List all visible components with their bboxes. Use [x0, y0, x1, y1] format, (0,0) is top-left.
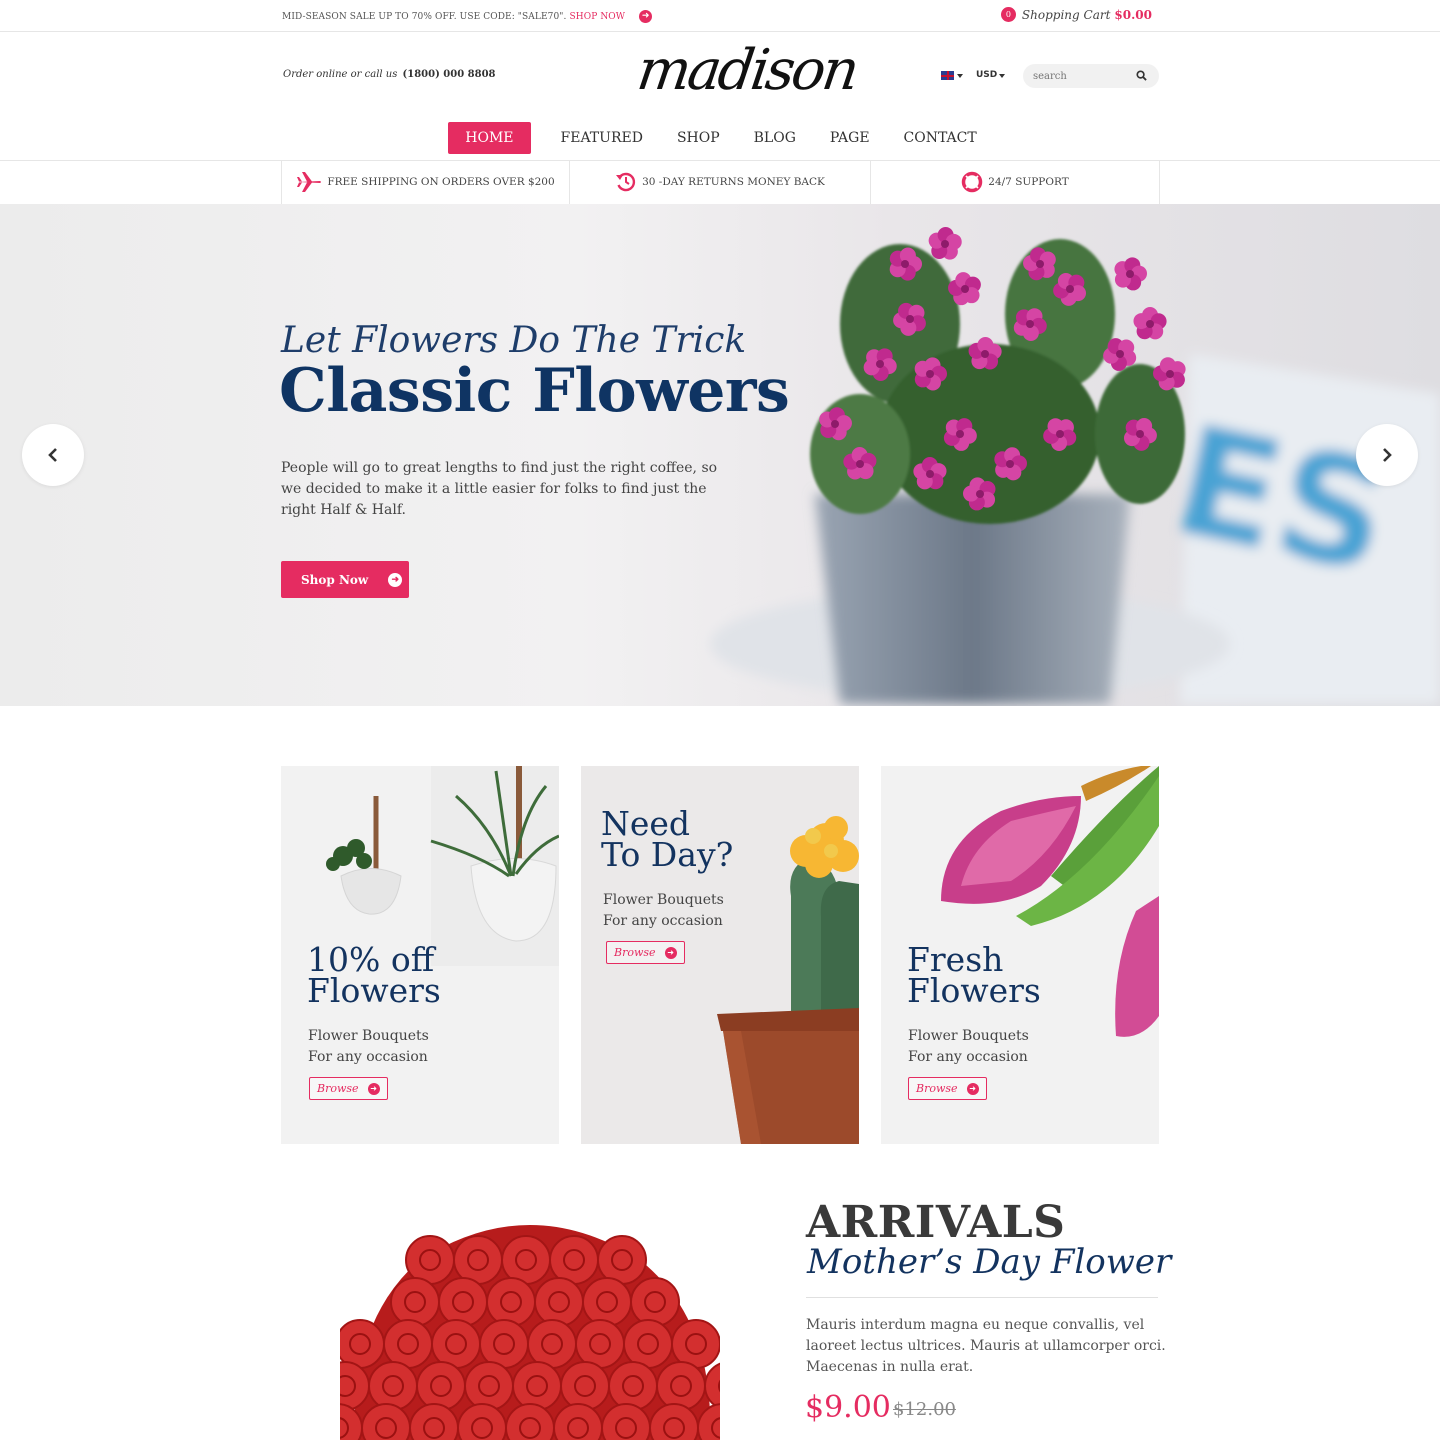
cart-count-badge: 0 — [1000, 7, 1016, 22]
arrow-circle-right-icon: ➜ — [367, 1082, 380, 1095]
arrivals-divider — [806, 1297, 1158, 1298]
arrivals-title: ARRIVALS — [806, 1197, 1066, 1248]
airplane-icon — [297, 172, 322, 192]
order-text: Order online or call us — [283, 69, 398, 80]
order-info: Order online or call us (1800) 000 8808 — [283, 69, 496, 80]
browse-label: Browse — [916, 1082, 958, 1095]
browse-button[interactable]: Browse ➜ — [908, 1077, 987, 1100]
feature-support: 24/7 SUPPORT — [871, 160, 1160, 204]
cart-amount: $0.00 — [1114, 7, 1152, 22]
hero-headline: Classic Flowers — [279, 356, 790, 426]
promo-card-discount[interactable]: 10% off Flowers Flower Bouquets For any … — [281, 766, 559, 1144]
uk-flag-icon[interactable] — [941, 71, 954, 80]
hero-kicker: Let Flowers Do The Trick — [281, 320, 747, 361]
arrivals-subtitle: Mother’s Day Flower — [807, 1242, 1172, 1282]
feature-shipping: FREE SHIPPING ON ORDERS OVER $200 — [282, 160, 570, 204]
card-subtitle: Flower Bouquets For any occasion — [308, 1028, 429, 1065]
nav-home[interactable]: HOME — [448, 122, 531, 154]
slider-prev-button[interactable] — [22, 424, 84, 486]
nav-contact[interactable]: CONTACT — [887, 122, 994, 154]
arrivals-description: Mauris interdum magna eu neque convallis… — [806, 1317, 1166, 1375]
browse-label: Browse — [614, 946, 656, 959]
feature-support-text: 24/7 SUPPORT — [988, 176, 1069, 188]
search-box — [1023, 64, 1159, 88]
site-logo[interactable]: madison — [633, 38, 860, 103]
product-price: $9.00 — [805, 1390, 891, 1425]
nav-page[interactable]: PAGE — [813, 122, 887, 154]
search-input[interactable] — [1033, 68, 1133, 84]
card-subtitle: Flower Bouquets For any occasion — [603, 892, 724, 929]
promo-banner: MID-SEASON SALE UP TO 70% OFF. USE CODE:… — [282, 10, 653, 23]
browse-button[interactable]: Browse ➜ — [606, 941, 685, 964]
currency-caret-icon[interactable] — [999, 74, 1005, 78]
shop-now-label: Shop Now — [301, 572, 369, 587]
shop-now-button[interactable]: Shop Now ➜ — [281, 561, 409, 598]
browse-label: Browse — [317, 1082, 359, 1095]
slider-next-button[interactable] — [1356, 424, 1418, 486]
arrow-circle-right-icon: ➜ — [664, 946, 677, 959]
arrow-circle-right-icon[interactable]: ➜ — [639, 10, 653, 23]
language-caret-icon[interactable] — [957, 74, 963, 78]
lifebuoy-icon — [962, 171, 983, 193]
main-nav: HOME FEATURED SHOP BLOG PAGE CONTACT — [0, 122, 1440, 154]
feature-shipping-text: FREE SHIPPING ON ORDERS OVER $200 — [327, 176, 555, 188]
browse-button[interactable]: Browse ➜ — [309, 1077, 388, 1100]
card-title: 10% off Flowers — [307, 940, 441, 1010]
promo-card-today[interactable]: Need To Day? Flower Bouquets For any occ… — [581, 766, 859, 1144]
nav-featured[interactable]: FEATURED — [544, 122, 660, 154]
history-icon — [616, 172, 636, 192]
cart-label: Shopping Cart — [1021, 7, 1111, 22]
nav-shop[interactable]: SHOP — [660, 122, 737, 154]
top-bar: MID-SEASON SALE UP TO 70% OFF. USE CODE:… — [0, 0, 1440, 32]
feature-returns-text: 30 -DAY RETURNS MONEY BACK — [642, 176, 825, 188]
product-old-price: $12.00 — [893, 1399, 956, 1420]
search-icon[interactable] — [1136, 70, 1147, 81]
promo-text: MID-SEASON SALE UP TO 70% OFF. USE CODE:… — [282, 11, 567, 22]
card-title: Fresh Flowers — [907, 940, 1041, 1010]
hero-flower-image: ES — [710, 227, 1440, 704]
currency-selector[interactable]: USD — [976, 70, 997, 80]
arrow-circle-right-icon: ➜ — [966, 1082, 979, 1095]
card-subtitle: Flower Bouquets For any occasion — [908, 1028, 1029, 1065]
shopping-cart[interactable]: 0 Shopping Cart $0.00 — [1000, 7, 1152, 22]
promo-card-fresh[interactable]: Fresh Flowers Flower Bouquets For any oc… — [881, 766, 1159, 1144]
promo-shop-now-link[interactable]: SHOP NOW — [570, 12, 626, 22]
nav-blog[interactable]: BLOG — [737, 122, 813, 154]
feature-returns: 30 -DAY RETURNS MONEY BACK — [570, 160, 871, 204]
red-roses-bouquet-image — [340, 1225, 720, 1440]
hero-slider: ES Let Flowers Do The Trick Classic Flow… — [0, 204, 1440, 706]
phone-number[interactable]: (1800) 000 8808 — [403, 69, 496, 80]
card-title: Need To Day? — [601, 804, 734, 874]
chevron-right-icon — [1383, 448, 1392, 462]
features-bar: FREE SHIPPING ON ORDERS OVER $200 30 -DA… — [281, 160, 1160, 204]
chevron-left-icon — [48, 448, 57, 462]
hero-description: People will go to great lengths to find … — [281, 460, 718, 518]
arrow-circle-right-icon: ➜ — [388, 572, 403, 587]
